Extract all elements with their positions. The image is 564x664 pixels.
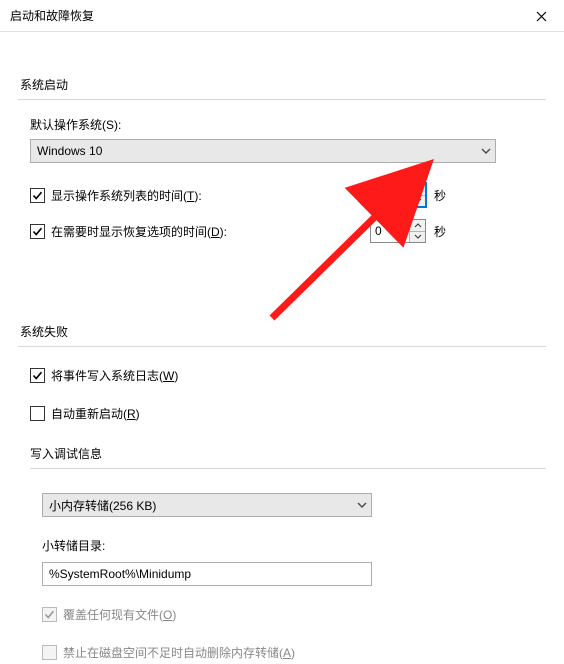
dump-type-dropdown[interactable]: 小内存转储(256 KB) [42, 493, 372, 517]
show-os-list-label: 显示操作系统列表的时间(T): [51, 187, 202, 204]
default-os-value: Windows 10 [37, 144, 102, 158]
close-button[interactable] [518, 0, 564, 32]
overwrite-row: 覆盖任何现有文件(O) [42, 602, 546, 626]
show-os-list-checkbox[interactable] [30, 188, 45, 203]
dump-dir-input[interactable] [42, 562, 372, 586]
auto-restart-row: 自动重新启动(R) [30, 401, 546, 425]
dump-type-value: 小内存转储(256 KB) [49, 497, 156, 514]
debug-info-block: 小内存转储(256 KB) 小转储目录: 覆盖任何现有文件(O) 禁止在磁盘空间… [42, 485, 546, 664]
dialog-content: 系统启动 默认操作系统(S): Windows 10 显示操作系统列表的时间(T… [0, 32, 564, 664]
divider [30, 468, 546, 469]
show-recovery-spinner[interactable] [370, 219, 426, 243]
auto-restart-label: 自动重新启动(R) [51, 405, 140, 422]
write-event-row: 将事件写入系统日志(W) [30, 363, 546, 387]
divider [18, 346, 546, 347]
overwrite-label: 覆盖任何现有文件(O) [63, 606, 176, 623]
spinner-down-button[interactable] [410, 232, 425, 243]
show-os-list-row: 显示操作系统列表的时间(T): 秒 [30, 183, 546, 207]
disable-low-disk-row: 禁止在磁盘空间不足时自动删除内存转储(A) [42, 640, 546, 664]
section-header-system-startup: 系统启动 [20, 76, 546, 93]
spinner-up-button[interactable] [410, 184, 425, 196]
show-recovery-input[interactable] [371, 220, 409, 242]
overwrite-checkbox [42, 607, 57, 622]
show-os-list-spinner[interactable] [370, 183, 426, 207]
debug-info-header: 写入调试信息 [30, 445, 546, 462]
close-icon [536, 11, 547, 22]
show-recovery-label: 在需要时显示恢复选项的时间(D): [51, 223, 227, 240]
seconds-suffix: 秒 [434, 223, 446, 240]
write-event-label: 将事件写入系统日志(W) [51, 367, 178, 384]
default-os-dropdown[interactable]: Windows 10 [30, 139, 496, 163]
show-os-list-input[interactable] [371, 184, 409, 206]
chevron-down-icon [357, 502, 367, 508]
dump-dir-label: 小转储目录: [42, 537, 546, 554]
spinner-down-button[interactable] [410, 196, 425, 207]
show-recovery-checkbox[interactable] [30, 224, 45, 239]
default-os-label-text: 默认操作系统(S): [30, 118, 121, 132]
disable-low-disk-checkbox [42, 645, 57, 660]
default-os-label: 默认操作系统(S): [30, 116, 546, 133]
disable-low-disk-label: 禁止在磁盘空间不足时自动删除内存转储(A) [63, 644, 295, 661]
seconds-suffix: 秒 [434, 187, 446, 204]
spinner-up-button[interactable] [410, 220, 425, 232]
write-event-checkbox[interactable] [30, 368, 45, 383]
spinner-buttons [409, 220, 425, 242]
window-title: 启动和故障恢复 [10, 7, 94, 24]
titlebar: 启动和故障恢复 [0, 0, 564, 32]
show-recovery-row: 在需要时显示恢复选项的时间(D): 秒 [30, 219, 546, 243]
auto-restart-checkbox[interactable] [30, 406, 45, 421]
divider [18, 99, 546, 100]
section-header-system-failure: 系统失败 [20, 323, 546, 340]
spinner-buttons [409, 184, 425, 206]
chevron-down-icon [481, 148, 491, 154]
